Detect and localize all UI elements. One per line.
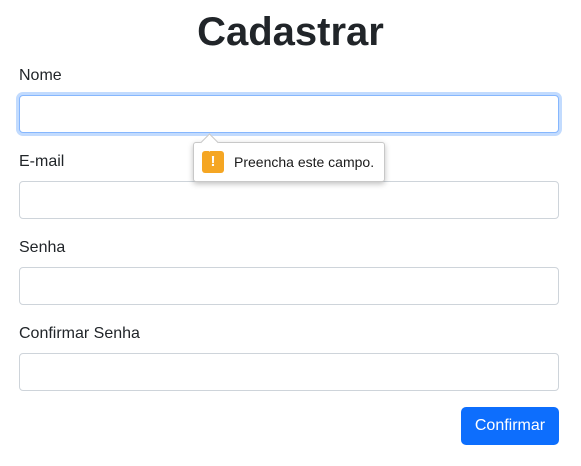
confirm-password-input[interactable] [19, 353, 559, 391]
confirm-button[interactable]: Confirmar [461, 407, 559, 445]
register-page: Cadastrar Nome E-mail Senha Confirmar Se… [0, 0, 581, 466]
tooltip-arrow [200, 133, 219, 152]
validation-message: Preencha este campo. [234, 154, 375, 170]
password-label: Senha [19, 239, 66, 256]
password-input[interactable] [19, 267, 559, 305]
confirm-password-label: Confirmar Senha [19, 325, 140, 342]
name-label: Nome [19, 67, 62, 84]
email-label: E-mail [19, 153, 65, 170]
warning-icon: ! [202, 151, 224, 173]
page-title: Cadastrar [197, 10, 384, 54]
validation-tooltip: ! Preencha este campo. [193, 133, 385, 182]
name-input[interactable] [19, 95, 559, 133]
email-input[interactable] [19, 181, 559, 219]
